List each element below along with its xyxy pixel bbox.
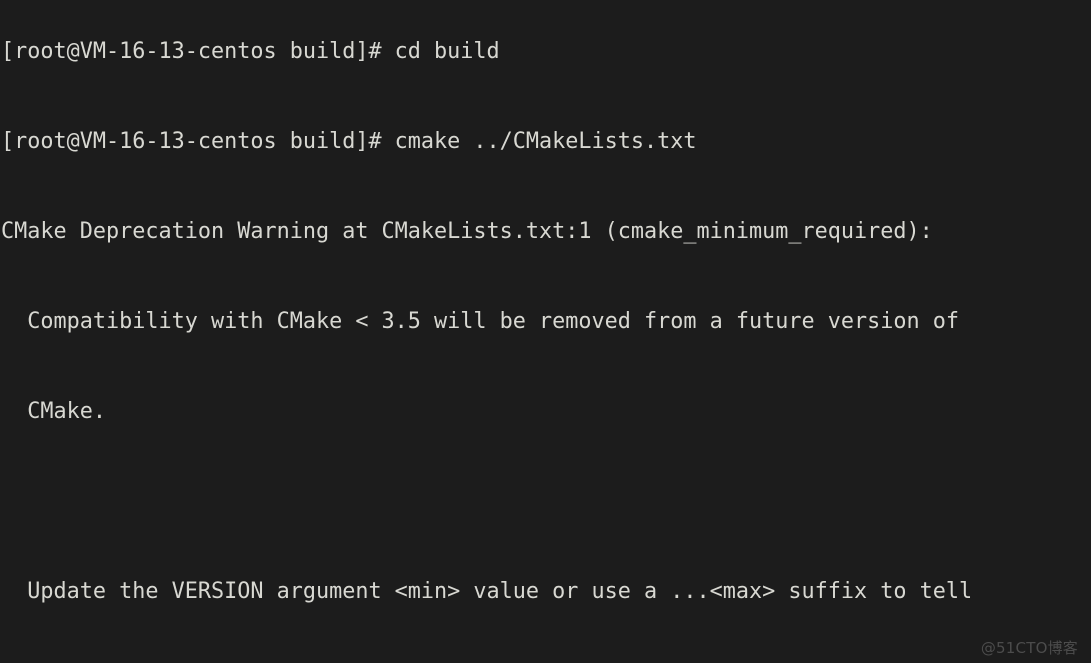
terminal-line-prompt-command: [root@VM-16-13-centos build]# cmake ../C… (1, 129, 697, 154)
terminal-window[interactable]: [root@VM-16-13-centos build]# cd build [… (0, 0, 1091, 663)
terminal-screen: [root@VM-16-13-centos build]# cd build [… (0, 0, 1091, 663)
terminal-line: CMake. (1, 399, 106, 424)
terminal-line: CMake Deprecation Warning at CMakeLists.… (1, 219, 933, 244)
terminal-line: Compatibility with CMake < 3.5 will be r… (1, 309, 959, 334)
terminal-line: [root@VM-16-13-centos build]# cd build (1, 39, 500, 64)
terminal-line: Update the VERSION argument <min> value … (1, 579, 973, 604)
